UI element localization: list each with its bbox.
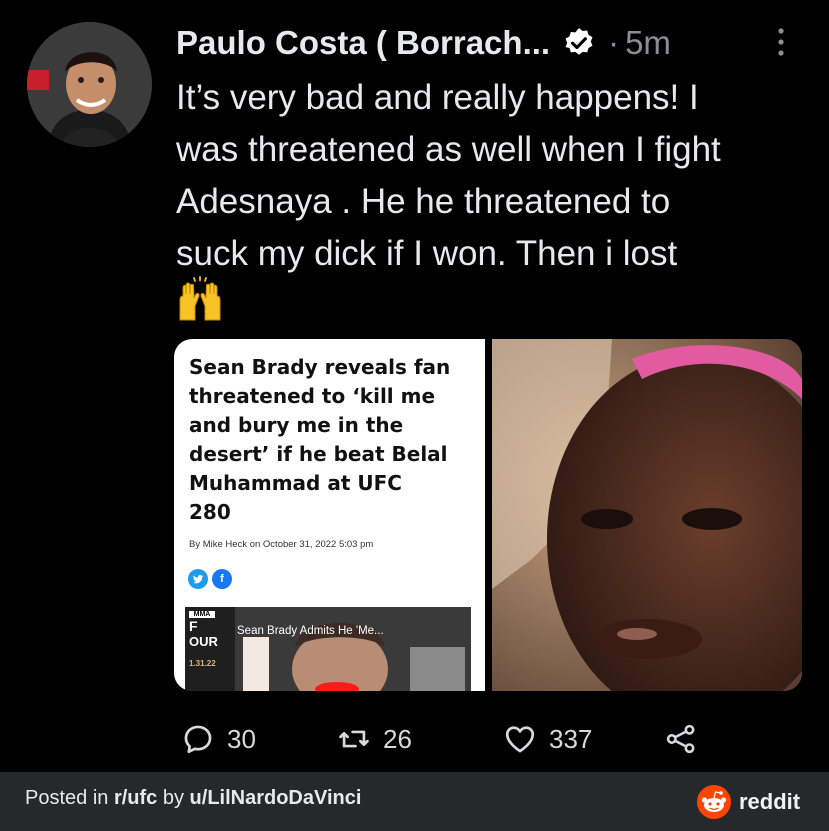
verified-badge-icon [565, 28, 593, 55]
retweet-count: 26 [383, 723, 412, 754]
meme-photo[interactable] [492, 339, 802, 691]
facebook-icon[interactable]: f [212, 569, 232, 589]
tweet-header: Paulo Costa ( Borrach... · 5m [176, 20, 671, 66]
subreddit-link[interactable]: r/ufc [114, 787, 157, 809]
share-row: f [188, 569, 232, 589]
video-date: 1.31.22 [189, 659, 216, 668]
meme-photo-image [492, 339, 802, 691]
video-logo-letter: F [189, 618, 198, 634]
author-name[interactable]: Paulo Costa ( Borrach... [176, 24, 550, 62]
video-thumbnail[interactable]: MMA F OUR 1.31.22 Sean Brady Admits He '… [185, 607, 471, 691]
tweet-text-line: It’s very bad and really happens! I [176, 78, 699, 117]
tweet-media[interactable]: Sean Brady reveals fan threatened to ‘ki… [174, 339, 802, 691]
posted-by: by [157, 787, 190, 809]
tweet-text: It’s very bad and really happens! I was … [176, 72, 816, 280]
article-headline: Sean Brady reveals fan threatened to ‘ki… [189, 353, 479, 527]
raising-hands-emoji-icon [179, 276, 221, 321]
video-channel-logo: MMA F OUR 1.31.22 [189, 611, 229, 668]
tweet-timestamp[interactable]: 5m [625, 24, 671, 62]
video-title: Sean Brady Admits He 'Me... [237, 625, 384, 637]
headline-line: threatened to ‘kill me [189, 384, 436, 408]
twitter-icon[interactable] [188, 569, 208, 589]
headline-line: Muhammad at UFC [189, 471, 402, 495]
tweet-text-line: Adesnaya . He he threatened to [176, 182, 671, 221]
reply-icon [184, 725, 212, 754]
headline-line: desert’ if he beat Belal [189, 442, 448, 466]
retweet-button[interactable]: 26 [337, 714, 412, 764]
reply-count: 30 [227, 723, 256, 754]
share-icon [666, 724, 695, 754]
username-link[interactable]: u/LilNardoDaVinci [190, 787, 362, 809]
tweet-text-line: was threatened as well when I fight [176, 130, 721, 169]
video-logo-text: OUR [189, 634, 218, 649]
like-count: 337 [549, 723, 593, 754]
reddit-footer: Posted in r/ufc by u/LilNardoDaVinci red… [0, 772, 829, 831]
reddit-logo[interactable]: reddit [697, 785, 800, 819]
video-logo-top: MMA [189, 611, 215, 618]
reddit-snoo-icon [697, 785, 731, 819]
avatar-photo [27, 22, 152, 147]
article-screenshot[interactable]: Sean Brady reveals fan threatened to ‘ki… [174, 339, 485, 691]
tweet-actions: 30 26 337 [0, 714, 829, 764]
separator-dot: · [608, 24, 620, 61]
like-button[interactable]: 337 [503, 714, 592, 764]
retweet-icon [339, 730, 369, 748]
headline-line: and bury me in the [189, 413, 404, 437]
headline-line: 280 [189, 500, 231, 524]
more-options-icon[interactable] [769, 24, 793, 60]
reply-button[interactable]: 30 [181, 714, 256, 764]
headline-line: Sean Brady reveals fan [189, 355, 451, 379]
posted-prefix: Posted in [25, 787, 114, 809]
reddit-wordmark: reddit [739, 789, 801, 814]
heart-icon [505, 726, 535, 753]
share-button[interactable] [664, 714, 698, 764]
author-avatar[interactable] [27, 22, 152, 147]
tweet-text-line: suck my dick if I won. Then i lost [176, 234, 678, 273]
posted-info: Posted in r/ufc by u/LilNardoDaVinci [25, 787, 361, 810]
article-byline: By Mike Heck on October 31, 2022 5:03 pm [189, 539, 374, 550]
